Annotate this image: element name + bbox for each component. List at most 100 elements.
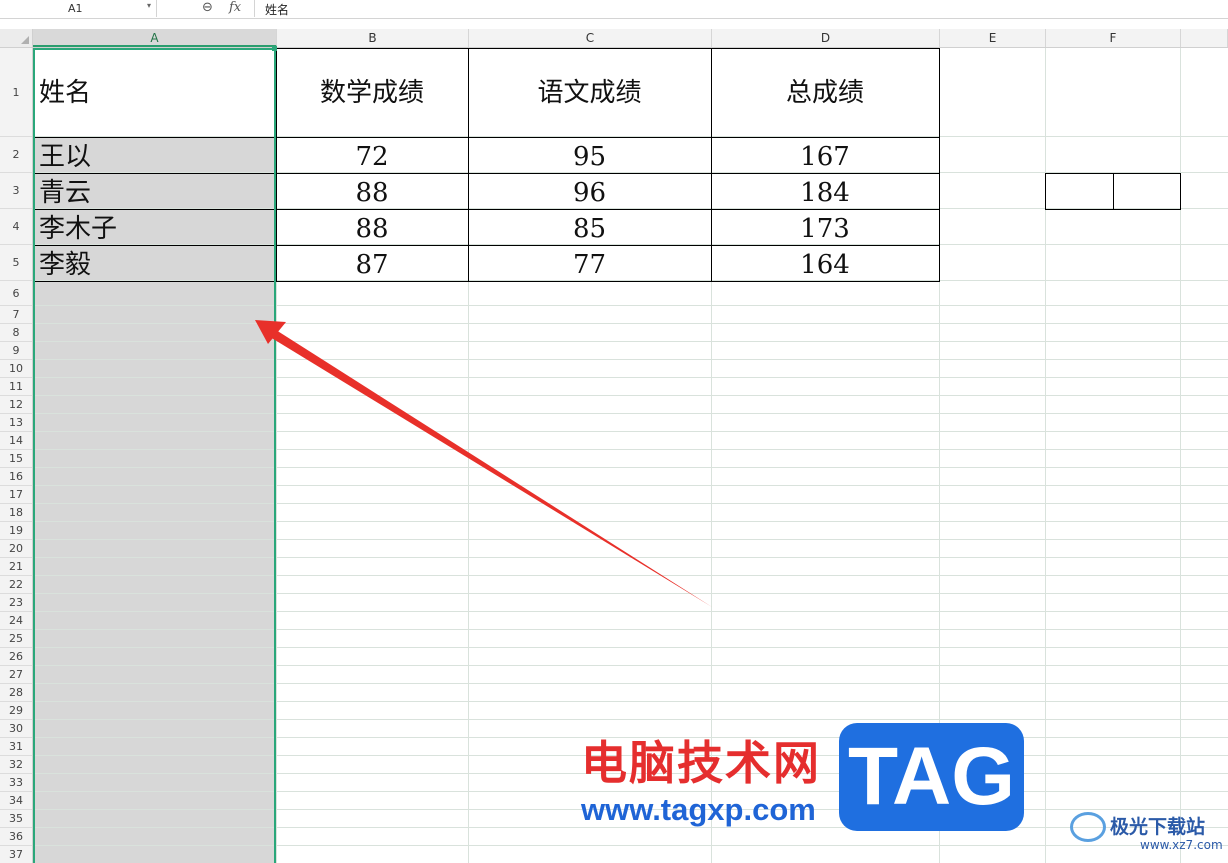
gridline-horizontal bbox=[33, 593, 1228, 594]
cell-d3[interactable]: 184 bbox=[711, 176, 939, 210]
cell-b4[interactable]: 88 bbox=[276, 212, 468, 246]
row-header[interactable]: 1 bbox=[0, 48, 32, 137]
gridline-horizontal bbox=[33, 629, 1228, 630]
row-header[interactable]: 28 bbox=[0, 684, 32, 702]
fill-handle[interactable] bbox=[272, 46, 277, 51]
row-header[interactable]: 11 bbox=[0, 378, 32, 396]
gridline-horizontal bbox=[33, 359, 1228, 360]
gridline-horizontal bbox=[33, 665, 1228, 666]
gridline-horizontal bbox=[33, 683, 1228, 684]
row-header[interactable]: 18 bbox=[0, 504, 32, 522]
cell-a2[interactable]: 王以 bbox=[33, 140, 276, 174]
gridline-horizontal bbox=[33, 503, 1228, 504]
gridline-horizontal bbox=[33, 305, 1228, 306]
row-header[interactable]: 23 bbox=[0, 594, 32, 612]
row-header[interactable]: 35 bbox=[0, 810, 32, 828]
gridline-horizontal bbox=[33, 449, 1228, 450]
row-header[interactable]: 30 bbox=[0, 720, 32, 738]
row-header[interactable]: 13 bbox=[0, 414, 32, 432]
name-box-value: A1 bbox=[68, 2, 83, 15]
watermark-url: www.tagxp.com bbox=[581, 792, 816, 827]
gridline-horizontal bbox=[33, 395, 1228, 396]
row-header[interactable]: 22 bbox=[0, 576, 32, 594]
cell-a3[interactable]: 青云 bbox=[33, 176, 276, 210]
cell-b1[interactable]: 数学成绩 bbox=[276, 76, 468, 110]
row-header[interactable]: 20 bbox=[0, 540, 32, 558]
row-header[interactable]: 10 bbox=[0, 360, 32, 378]
row-header[interactable]: 8 bbox=[0, 324, 32, 342]
fx-icon[interactable]: fx bbox=[229, 0, 241, 15]
row-header[interactable]: 17 bbox=[0, 486, 32, 504]
cell-d4[interactable]: 173 bbox=[711, 212, 939, 246]
cell-b3[interactable]: 88 bbox=[276, 176, 468, 210]
row-header[interactable]: 33 bbox=[0, 774, 32, 792]
row-header[interactable]: 29 bbox=[0, 702, 32, 720]
row-header[interactable]: 14 bbox=[0, 432, 32, 450]
gridline-horizontal bbox=[33, 341, 1228, 342]
formula-separator bbox=[254, 0, 255, 17]
cell-d5[interactable]: 164 bbox=[711, 248, 939, 282]
row-header[interactable]: 21 bbox=[0, 558, 32, 576]
gridline-horizontal bbox=[33, 575, 1228, 576]
cell-a4[interactable]: 李木子 bbox=[33, 212, 276, 246]
column-header-a[interactable]: A bbox=[33, 29, 277, 47]
row-header[interactable]: 24 bbox=[0, 612, 32, 630]
gridline-horizontal bbox=[33, 539, 1228, 540]
gridline-horizontal bbox=[33, 611, 1228, 612]
table-border-col-e bbox=[939, 48, 940, 282]
watermark-site-name: 极光下载站 bbox=[1110, 816, 1206, 838]
column-header-c[interactable]: C bbox=[469, 29, 712, 47]
cell-c2[interactable]: 95 bbox=[468, 140, 711, 174]
cell-c1[interactable]: 语文成绩 bbox=[468, 76, 711, 110]
row-header[interactable]: 32 bbox=[0, 756, 32, 774]
row-header[interactable]: 3 bbox=[0, 173, 32, 209]
column-header-d[interactable]: D bbox=[712, 29, 940, 47]
column-header-e[interactable]: E bbox=[940, 29, 1046, 47]
cell-c5[interactable]: 77 bbox=[468, 248, 711, 282]
row-header[interactable]: 26 bbox=[0, 648, 32, 666]
row-header[interactable]: 12 bbox=[0, 396, 32, 414]
row-header[interactable]: 25 bbox=[0, 630, 32, 648]
cell-c3[interactable]: 96 bbox=[468, 176, 711, 210]
row-header[interactable]: 27 bbox=[0, 666, 32, 684]
name-box[interactable]: A1 ▾ bbox=[0, 0, 157, 17]
f3-border-mid bbox=[1113, 173, 1114, 210]
formula-input[interactable]: 姓名 bbox=[265, 1, 289, 18]
gridline-horizontal bbox=[33, 719, 1228, 720]
table-border-top bbox=[276, 48, 940, 49]
f3-border-right bbox=[1180, 173, 1181, 210]
gridline-horizontal bbox=[33, 521, 1228, 522]
row-header[interactable]: 2 bbox=[0, 137, 32, 173]
row-header[interactable]: 34 bbox=[0, 792, 32, 810]
cell-a1[interactable]: 姓名 bbox=[33, 76, 276, 110]
cell-b2[interactable]: 72 bbox=[276, 140, 468, 174]
watermark-title: 电脑技术网 bbox=[581, 736, 821, 790]
row-header[interactable]: 15 bbox=[0, 450, 32, 468]
row-header[interactable]: 9 bbox=[0, 342, 32, 360]
select-all-button[interactable] bbox=[0, 29, 33, 48]
row-header[interactable]: 36 bbox=[0, 828, 32, 846]
row-header[interactable]: 37 bbox=[0, 846, 32, 863]
cell-a5[interactable]: 李毅 bbox=[33, 248, 276, 282]
column-header-f[interactable]: F bbox=[1046, 29, 1181, 47]
cell-c4[interactable]: 85 bbox=[468, 212, 711, 246]
row-header[interactable]: 19 bbox=[0, 522, 32, 540]
row-header[interactable]: 4 bbox=[0, 209, 32, 245]
gridline-horizontal bbox=[33, 413, 1228, 414]
gridline-horizontal bbox=[33, 323, 1228, 324]
row-header[interactable]: 5 bbox=[0, 245, 32, 281]
gridline-horizontal bbox=[33, 647, 1228, 648]
formula-bar: A1 ▾ ⊖ fx 姓名 bbox=[0, 0, 1228, 19]
cell-d2[interactable]: 167 bbox=[711, 140, 939, 174]
row-header[interactable]: 31 bbox=[0, 738, 32, 756]
row-header[interactable]: 7 bbox=[0, 306, 32, 324]
cell-d1[interactable]: 总成绩 bbox=[711, 76, 939, 110]
chevron-down-icon[interactable]: ▾ bbox=[147, 1, 151, 10]
zoom-icon[interactable]: ⊖ bbox=[202, 0, 213, 15]
watermark-tag-logo: TAG bbox=[839, 723, 1024, 831]
column-header-b[interactable]: B bbox=[277, 29, 469, 47]
row-header[interactable]: 6 bbox=[0, 281, 32, 306]
row-header[interactable]: 16 bbox=[0, 468, 32, 486]
cell-b5[interactable]: 87 bbox=[276, 248, 468, 282]
column-header-g[interactable] bbox=[1181, 29, 1228, 47]
